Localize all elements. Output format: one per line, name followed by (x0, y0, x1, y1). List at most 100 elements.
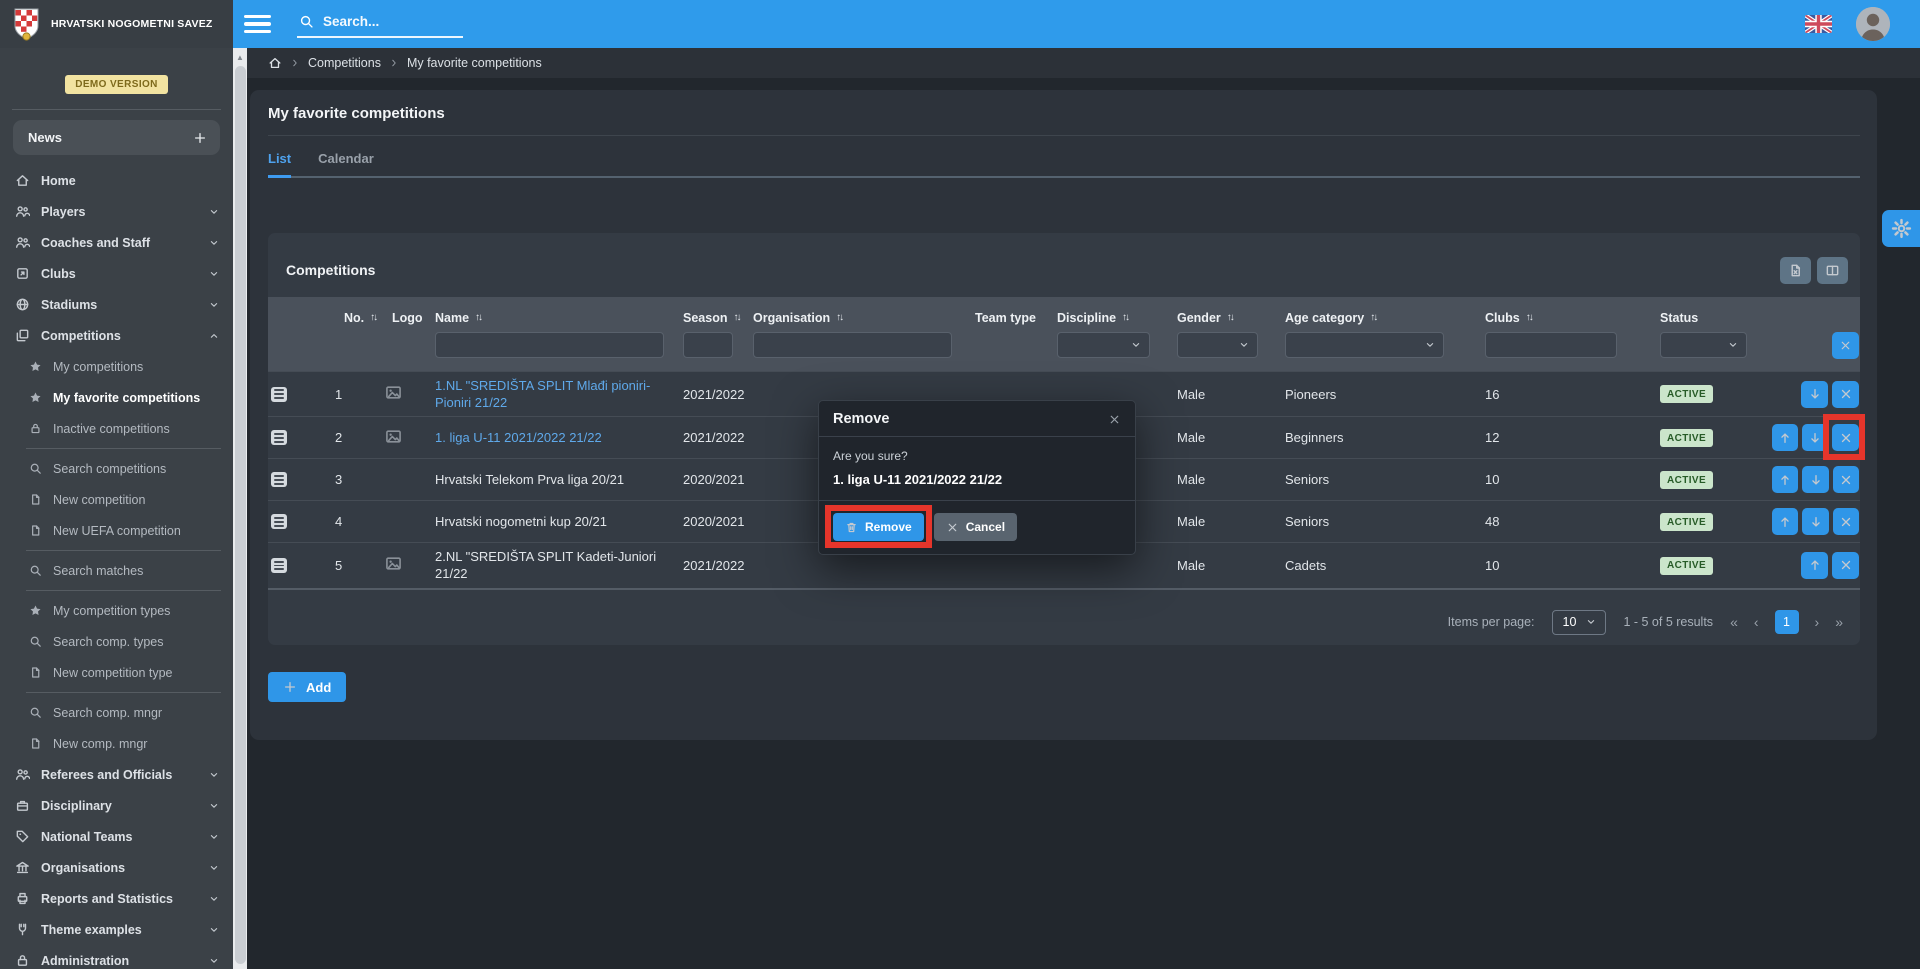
column-label[interactable]: Clubs↑↓ (1485, 308, 1657, 327)
clear-filters-button[interactable] (1832, 332, 1859, 359)
sidebar-item-search-competitions[interactable]: Search competitions (0, 453, 233, 484)
sidebar-item-search-matches[interactable]: Search matches (0, 555, 233, 586)
move-down-button[interactable] (1802, 508, 1828, 535)
scrollbar-up-arrow-icon[interactable]: ▲ (233, 53, 247, 62)
sidebar-item-administration[interactable]: Administration (0, 945, 233, 969)
competition-name-link[interactable]: 1.NL "SREDIŠTA SPLIT Mlađi pioniri-Pioni… (435, 378, 650, 410)
confirm-remove-button[interactable]: Remove (833, 513, 924, 541)
drag-handle-icon[interactable] (271, 514, 287, 529)
sidebar-item-theme-examples[interactable]: Theme examples (0, 914, 233, 945)
items-per-page-select[interactable]: 10 (1552, 610, 1607, 635)
close-icon[interactable] (1108, 413, 1121, 426)
sidebar-scrollbar[interactable]: ▲ (233, 48, 247, 969)
last-page-button[interactable]: » (1835, 614, 1843, 630)
remove-competition-button[interactable] (1833, 508, 1859, 535)
user-avatar[interactable] (1856, 7, 1890, 41)
move-down-button[interactable] (1802, 466, 1828, 493)
filter-input-clubs[interactable] (1485, 332, 1617, 358)
competition-name[interactable]: 2.NL "SREDIŠTA SPLIT Kadeti-Juniori 21/2… (435, 549, 656, 581)
sidebar-item-search-comp-mngr[interactable]: Search comp. mngr (0, 697, 233, 728)
sidebar-item-players[interactable]: Players (0, 196, 233, 227)
drag-handle-icon[interactable] (271, 387, 287, 402)
arrow-down-icon (1808, 387, 1822, 401)
sidebar-item-home[interactable]: Home (0, 165, 233, 196)
sidebar-item-new-comp-mngr[interactable]: New comp. mngr (0, 728, 233, 759)
sidebar-item-new-uefa-competition[interactable]: New UEFA competition (0, 515, 233, 546)
remove-competition-button[interactable] (1832, 424, 1859, 451)
sidebar-item-news[interactable]: News (13, 120, 220, 155)
column-label[interactable]: Age category↑↓ (1285, 308, 1482, 327)
column-label[interactable]: Name↑↓ (435, 308, 680, 327)
sidebar-item-new-competition[interactable]: New competition (0, 484, 233, 515)
filter-select-age-category[interactable] (1285, 332, 1444, 358)
sidebar-item-competitions[interactable]: Competitions (0, 320, 233, 351)
language-flag-icon[interactable] (1805, 15, 1832, 33)
plus-icon[interactable] (193, 131, 207, 145)
add-button[interactable]: Add (268, 672, 346, 702)
sidebar-item-search-comp-types[interactable]: Search comp. types (0, 626, 233, 657)
chevron-down-icon (1727, 339, 1739, 351)
sidebar-item-my-competition-types[interactable]: My competition types (0, 595, 233, 626)
drag-handle-icon[interactable] (271, 558, 287, 573)
move-up-button[interactable] (1772, 466, 1798, 493)
filter-input-season[interactable] (683, 332, 733, 358)
drag-handle-icon[interactable] (271, 430, 287, 445)
first-page-button[interactable]: « (1730, 614, 1738, 630)
cancel-button[interactable]: Cancel (934, 513, 1017, 541)
breadcrumb-my-favorite-competitions[interactable]: My favorite competitions (407, 56, 542, 70)
column-label[interactable]: Discipline↑↓ (1057, 308, 1174, 327)
sidebar-item-referees-and-officials[interactable]: Referees and Officials (0, 759, 233, 790)
move-up-button[interactable] (1772, 508, 1798, 535)
tab-calendar[interactable]: Calendar (318, 151, 374, 176)
filter-select-discipline[interactable] (1057, 332, 1150, 358)
competition-name[interactable]: Hrvatski nogometni kup 20/21 (435, 514, 607, 529)
next-page-button[interactable]: › (1815, 614, 1820, 630)
filter-select-status[interactable] (1660, 332, 1747, 358)
sidebar-item-inactive-competitions[interactable]: Inactive competitions (0, 413, 233, 444)
remove-competition-button[interactable] (1832, 381, 1859, 408)
breadcrumb-competitions[interactable]: Competitions (308, 56, 381, 70)
remove-competition-button[interactable] (1832, 552, 1859, 579)
column-label[interactable]: Season↑↓ (683, 308, 750, 327)
previous-page-button[interactable]: ‹ (1754, 614, 1759, 630)
tab-list[interactable]: List (268, 151, 291, 178)
sidebar-item-national-teams[interactable]: National Teams (0, 821, 233, 852)
sidebar-item-my-competitions[interactable]: My competitions (0, 351, 233, 382)
column-label-text: Organisation (753, 311, 830, 325)
export-excel-button[interactable] (1780, 257, 1811, 284)
current-page-button[interactable]: 1 (1775, 610, 1799, 634)
drag-handle-icon[interactable] (271, 472, 287, 487)
move-up-button[interactable] (1801, 552, 1828, 579)
home-icon[interactable] (268, 56, 282, 70)
filter-select-gender[interactable] (1177, 332, 1258, 358)
sidebar-item-reports-and-statistics[interactable]: Reports and Statistics (0, 883, 233, 914)
settings-gear-button[interactable] (1882, 210, 1920, 247)
filter-input-organisation[interactable] (753, 332, 952, 358)
theme-icon (15, 922, 30, 937)
column-label[interactable]: Gender↑↓ (1177, 308, 1282, 327)
filter-input-name[interactable] (435, 332, 664, 358)
move-up-button[interactable] (1772, 424, 1798, 451)
move-down-button[interactable] (1802, 424, 1828, 451)
remove-competition-button[interactable] (1833, 466, 1859, 493)
sidebar-item-disciplinary[interactable]: Disciplinary (0, 790, 233, 821)
sidebar-item-new-competition-type[interactable]: New competition type (0, 657, 233, 688)
column-label[interactable]: Organisation↑↓ (753, 308, 972, 327)
competition-name[interactable]: Hrvatski Telekom Prva liga 20/21 (435, 472, 624, 487)
sidebar-item-my-favorite-competitions[interactable]: My favorite competitions (0, 382, 233, 413)
arrow-up-icon (1778, 515, 1792, 529)
column-settings-button[interactable] (1817, 257, 1848, 284)
sidebar-item-organisations[interactable]: Organisations (0, 852, 233, 883)
column-header-actions (1769, 308, 1860, 358)
search-input[interactable] (323, 14, 443, 29)
column-label[interactable]: No.↑↓ (344, 308, 382, 327)
competition-name-link[interactable]: 1. liga U-11 2021/2022 21/22 (435, 430, 602, 445)
move-down-button[interactable] (1801, 381, 1828, 408)
cell-drag (268, 430, 332, 445)
sidebar-item-stadiums[interactable]: Stadiums (0, 289, 233, 320)
scrollbar-thumb[interactable] (235, 66, 246, 964)
sort-icon: ↑↓ (1122, 312, 1128, 323)
menu-toggle-icon[interactable] (244, 15, 271, 33)
sidebar-item-coaches-and-staff[interactable]: Coaches and Staff (0, 227, 233, 258)
sidebar-item-clubs[interactable]: Clubs (0, 258, 233, 289)
